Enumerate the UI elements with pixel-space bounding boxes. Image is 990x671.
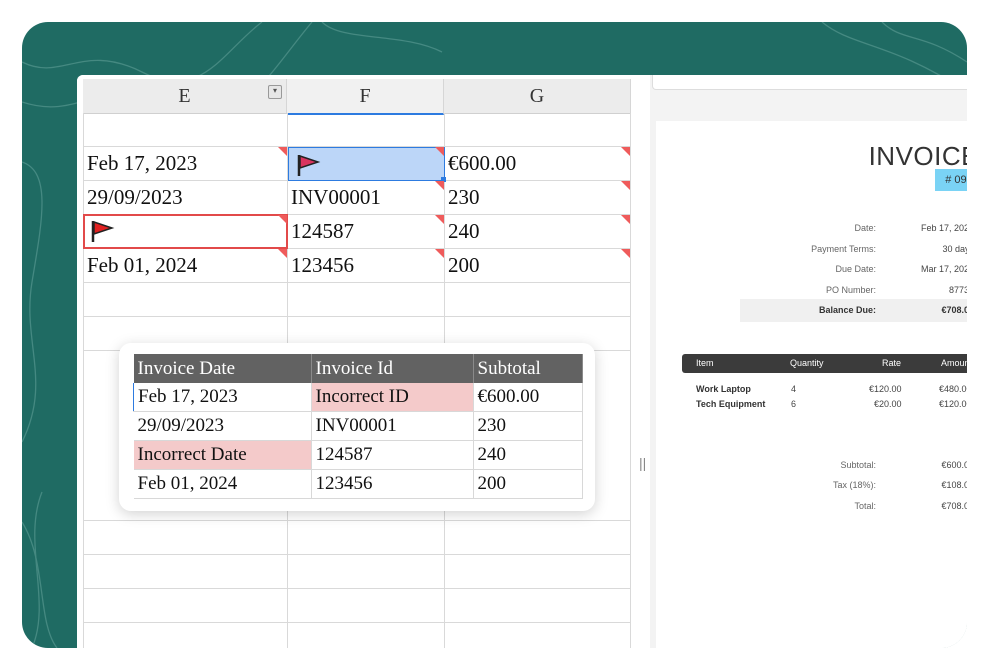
total-value: €708.00 bbox=[941, 501, 967, 511]
cell-g2[interactable]: 230 bbox=[444, 181, 480, 214]
balance-due-label: Balance Due: bbox=[818, 305, 876, 315]
field-value: 30 days bbox=[942, 244, 967, 254]
grid-line bbox=[83, 622, 631, 623]
grid-line bbox=[630, 113, 631, 648]
items-header: Item Quantity Rate Amount bbox=[682, 354, 967, 373]
table-row: 29/09/2023 INV00001 230 bbox=[133, 411, 583, 441]
validation-popup: Invoice Date Invoice Id Subtotal Feb 17,… bbox=[119, 343, 595, 511]
comment-marker[interactable] bbox=[435, 215, 444, 224]
column-header-g[interactable]: G bbox=[444, 79, 631, 114]
field-label: Payment Terms: bbox=[811, 244, 876, 254]
grid-line bbox=[83, 588, 631, 589]
table-header: Subtotal bbox=[473, 354, 583, 383]
table-cell[interactable]: 230 bbox=[473, 411, 583, 441]
grid-line bbox=[83, 520, 631, 521]
line-item-rate: €120.00 bbox=[869, 384, 902, 394]
items-header-amount: Amount bbox=[941, 358, 967, 368]
table-cell-error[interactable]: Incorrect Date bbox=[133, 440, 312, 470]
cell-g4[interactable]: 200 bbox=[444, 249, 480, 282]
comment-marker[interactable] bbox=[621, 147, 630, 156]
grid-line bbox=[83, 316, 631, 317]
table-row: Incorrect Date 124587 240 bbox=[133, 440, 583, 470]
field-label: PO Number: bbox=[825, 285, 876, 295]
table-cell[interactable]: 200 bbox=[473, 469, 583, 499]
comment-marker[interactable] bbox=[435, 181, 444, 190]
flag-icon bbox=[297, 154, 321, 176]
validation-table: Invoice Date Invoice Id Subtotal Feb 17,… bbox=[133, 354, 583, 499]
comment-marker[interactable] bbox=[435, 147, 444, 156]
comment-marker[interactable] bbox=[278, 249, 287, 258]
invoice-number: # 094 bbox=[935, 169, 967, 191]
line-item-qty: 6 bbox=[791, 399, 797, 409]
cell-g3[interactable]: 240 bbox=[444, 215, 480, 248]
filter-dropdown-icon[interactable]: ▾ bbox=[268, 85, 282, 99]
line-item-qty: 4 bbox=[791, 384, 797, 394]
column-letter: F bbox=[359, 85, 371, 107]
field-value: Mar 17, 2023 bbox=[920, 264, 967, 274]
comment-marker[interactable] bbox=[621, 215, 630, 224]
items-header-quantity: Quantity bbox=[790, 358, 824, 368]
line-item-amount: €120.00 bbox=[939, 399, 967, 409]
table-cell[interactable]: 240 bbox=[473, 440, 583, 470]
line-item-rate: €20.00 bbox=[874, 399, 902, 409]
subtotal-label: Subtotal: bbox=[840, 460, 876, 470]
tax-label: Tax (18%): bbox=[832, 480, 876, 490]
cell-e2[interactable]: 29/09/2023 bbox=[83, 181, 183, 214]
table-cell-error[interactable]: Incorrect ID bbox=[311, 383, 474, 412]
preview-toolbar bbox=[652, 75, 967, 90]
invoice-page: INVOICE # 094 Date: Feb 17, 2023 Payment… bbox=[656, 121, 967, 648]
column-header-e[interactable]: E ▾ bbox=[83, 79, 287, 114]
cell-f4[interactable]: 123456 bbox=[287, 249, 354, 282]
flag-icon bbox=[91, 220, 115, 242]
cell-f2[interactable]: INV00001 bbox=[287, 181, 381, 214]
table-cell[interactable]: Feb 17, 2023 bbox=[133, 383, 312, 412]
cell-f3[interactable]: 124587 bbox=[287, 215, 354, 248]
invoice-preview-pane: INVOICE # 094 Date: Feb 17, 2023 Payment… bbox=[650, 75, 967, 648]
items-header-item: Item bbox=[696, 358, 714, 368]
table-cell[interactable]: 29/09/2023 bbox=[133, 411, 312, 441]
comment-marker[interactable] bbox=[621, 181, 630, 190]
table-row: Feb 01, 2024 123456 200 bbox=[133, 469, 583, 499]
table-row: Feb 17, 2023 Incorrect ID €600.00 bbox=[133, 383, 583, 412]
invoice-title: INVOICE bbox=[868, 141, 967, 171]
field-value: Feb 17, 2023 bbox=[920, 223, 967, 233]
drag-handle-icon[interactable]: || bbox=[639, 455, 646, 471]
column-letter: G bbox=[529, 85, 545, 107]
table-cell[interactable]: 124587 bbox=[311, 440, 474, 470]
column-letter: E bbox=[178, 85, 191, 107]
table-cell[interactable]: €600.00 bbox=[473, 383, 583, 412]
tax-value: €108.00 bbox=[941, 480, 967, 490]
total-label: Total: bbox=[854, 501, 876, 511]
table-cell[interactable]: 123456 bbox=[311, 469, 474, 499]
spreadsheet: E ▾ F G Feb 17, 2023 €600.00 29/09/2023 … bbox=[77, 75, 635, 648]
app-frame: E ▾ F G Feb 17, 2023 €600.00 29/09/2023 … bbox=[22, 22, 967, 648]
column-header-f[interactable]: F bbox=[287, 79, 444, 115]
table-header: Invoice Id bbox=[311, 354, 474, 383]
line-item-name: Tech Equipment bbox=[696, 399, 766, 409]
line-item-name: Work Laptop bbox=[696, 384, 751, 394]
comment-marker[interactable] bbox=[435, 249, 444, 258]
table-cell[interactable]: Feb 01, 2024 bbox=[133, 469, 312, 499]
balance-due-value: €708.00 bbox=[941, 305, 967, 315]
field-value: 87732 bbox=[948, 285, 967, 295]
comment-marker[interactable] bbox=[278, 147, 287, 156]
screen: E ▾ F G Feb 17, 2023 €600.00 29/09/2023 … bbox=[77, 75, 967, 648]
field-label: Due Date: bbox=[835, 264, 876, 274]
grid-line bbox=[83, 554, 631, 555]
comment-marker[interactable] bbox=[621, 249, 630, 258]
grid-line bbox=[83, 282, 631, 283]
table-cell[interactable]: INV00001 bbox=[311, 411, 474, 441]
items-header-rate: Rate bbox=[882, 358, 902, 368]
table-header: Invoice Date bbox=[133, 354, 312, 383]
field-label: Date: bbox=[854, 223, 876, 233]
cell-g1[interactable]: €600.00 bbox=[444, 147, 516, 180]
cell-e1[interactable]: Feb 17, 2023 bbox=[83, 147, 197, 180]
subtotal-value: €600.00 bbox=[941, 460, 967, 470]
comment-marker[interactable] bbox=[278, 215, 287, 224]
pane-divider[interactable]: || bbox=[637, 75, 649, 648]
cell-e4[interactable]: Feb 01, 2024 bbox=[83, 249, 197, 282]
line-item-amount: €480.00 bbox=[939, 384, 967, 394]
